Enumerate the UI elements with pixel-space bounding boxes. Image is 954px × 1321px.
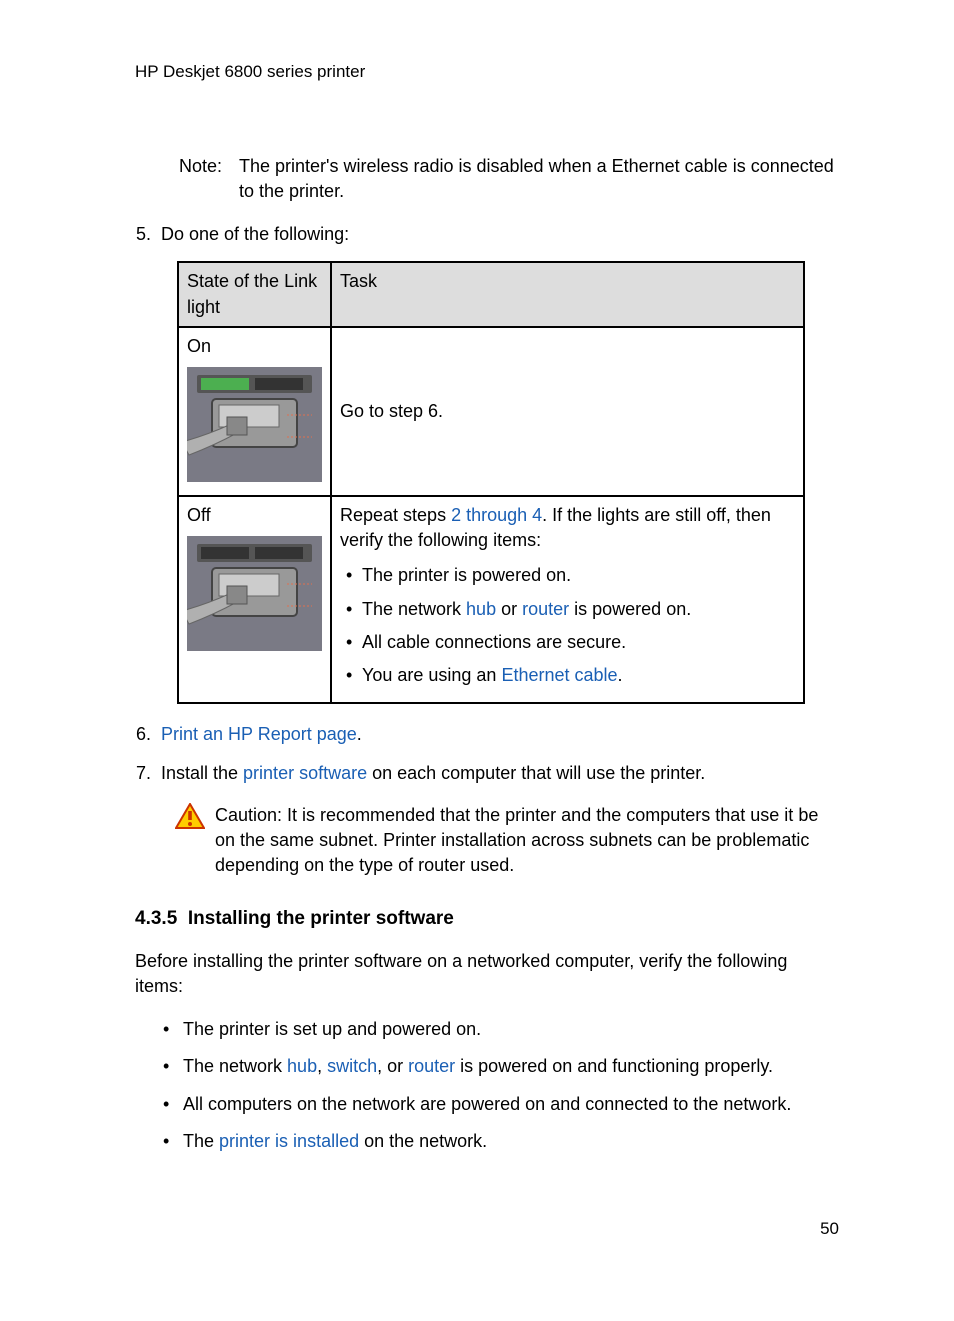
step-5: 5. Do one of the following: — [135, 222, 839, 247]
step-text: Do one of the following: — [161, 222, 839, 247]
link-router[interactable]: router — [522, 599, 569, 619]
prerequisite-list: The printer is set up and powered on. Th… — [163, 1017, 839, 1154]
note-text: The printer's wireless radio is disabled… — [239, 154, 839, 204]
step-number: 5. — [135, 222, 161, 247]
section-heading: 4.3.5 Installing the printer software — [135, 906, 839, 933]
task-off-cell: Repeat steps 2 through 4. If the lights … — [331, 496, 804, 703]
text: Install the — [161, 763, 243, 783]
step-body: Install the printer software on each com… — [161, 761, 839, 786]
link-hp-report[interactable]: Print an HP Report page — [161, 724, 357, 744]
section-number: 4.3.5 — [135, 908, 177, 929]
note-label: Note: — [179, 154, 239, 204]
link-switch[interactable]: switch — [327, 1056, 377, 1076]
step-number: 6. — [135, 722, 161, 747]
text: on each computer that will use the print… — [367, 763, 705, 783]
page-number: 50 — [820, 1217, 839, 1241]
section-title: Installing the printer software — [188, 908, 454, 929]
table-header-task: Task — [331, 262, 804, 326]
list-item: All cable connections are secure. — [340, 630, 795, 655]
on-label: On — [187, 336, 211, 356]
port-off-image — [187, 536, 322, 658]
off-label: Off — [187, 505, 211, 525]
link-hub[interactable]: hub — [466, 599, 496, 619]
step-7: 7. Install the printer software on each … — [135, 761, 839, 786]
list-item: The network hub or router is powered on. — [340, 597, 795, 622]
state-off-cell: Off — [178, 496, 331, 703]
step-body: Print an HP Report page. — [161, 722, 839, 747]
list-item: The network hub, switch, or router is po… — [163, 1054, 839, 1079]
state-on-cell: On — [178, 327, 331, 496]
off-items-list: The printer is powered on. The network h… — [340, 563, 795, 688]
text: The — [183, 1131, 219, 1151]
step-6: 6. Print an HP Report page. — [135, 722, 839, 747]
link-printer-software[interactable]: printer software — [243, 763, 367, 783]
text: , — [317, 1056, 327, 1076]
text: The network — [362, 599, 466, 619]
caution-icon — [175, 803, 215, 879]
link-steps-2-4[interactable]: 2 through 4 — [451, 505, 542, 525]
text: , or — [377, 1056, 408, 1076]
task-on-cell: Go to step 6. — [331, 327, 804, 496]
text: . — [357, 724, 362, 744]
text: is powered on and functioning properly. — [455, 1056, 773, 1076]
port-on-image — [187, 367, 322, 489]
text: is powered on. — [569, 599, 691, 619]
table-header-state: State of the Link light — [178, 262, 331, 326]
off-repeat-text: Repeat steps — [340, 505, 451, 525]
link-ethernet-cable[interactable]: Ethernet cable — [501, 665, 617, 685]
step-number: 7. — [135, 761, 161, 786]
list-item: The printer is set up and powered on. — [163, 1017, 839, 1042]
list-item: All computers on the network are powered… — [163, 1092, 839, 1117]
note-block: Note: The printer's wireless radio is di… — [179, 154, 839, 204]
link-light-table: State of the Link light Task On — [177, 261, 805, 704]
link-hub[interactable]: hub — [287, 1056, 317, 1076]
intro-paragraph: Before installing the printer software o… — [135, 949, 839, 999]
caution-block: Caution: It is recommended that the prin… — [175, 803, 839, 879]
text: or — [496, 599, 522, 619]
list-item: The printer is powered on. — [340, 563, 795, 588]
text: . — [618, 665, 623, 685]
text: You are using an — [362, 665, 501, 685]
list-item: You are using an Ethernet cable. — [340, 663, 795, 688]
link-printer-installed[interactable]: printer is installed — [219, 1131, 359, 1151]
caution-text: Caution: It is recommended that the prin… — [215, 803, 839, 879]
page-header: HP Deskjet 6800 series printer — [135, 60, 839, 84]
text: The network — [183, 1056, 287, 1076]
list-item: The printer is installed on the network. — [163, 1129, 839, 1154]
text: on the network. — [359, 1131, 487, 1151]
link-router[interactable]: router — [408, 1056, 455, 1076]
